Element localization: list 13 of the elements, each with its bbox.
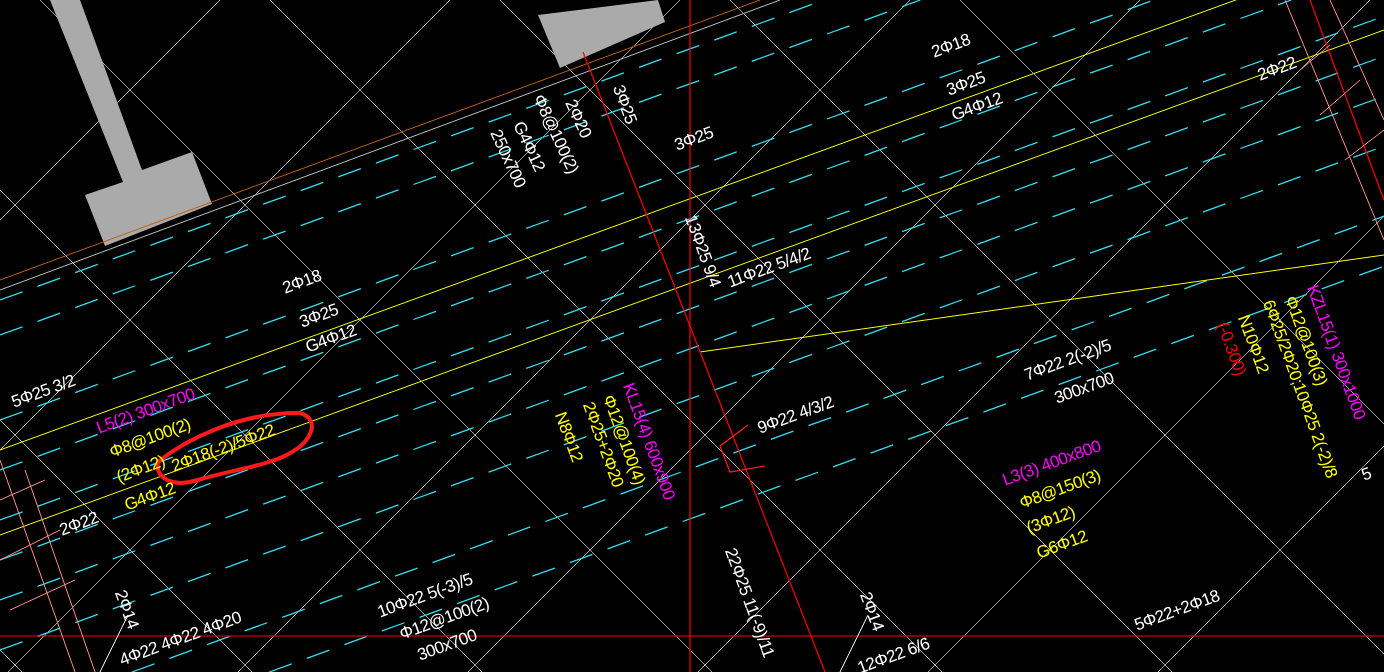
rebar-annotation: 13Φ25 9/4 bbox=[682, 212, 724, 290]
rebar-annotation: 5 bbox=[1359, 464, 1374, 484]
rebar-annotation: 2Φ22 bbox=[57, 508, 101, 539]
rebar-annotation: 2Φ18 bbox=[929, 30, 973, 61]
rebar-annotation: 2Φ14 bbox=[112, 587, 142, 631]
rebar-annotation: 5Φ25 3/2 bbox=[9, 371, 78, 411]
rebar-annotation: 3Φ25 bbox=[672, 123, 716, 154]
rebar-annotation: 2Φ14 bbox=[857, 589, 887, 633]
rebar-annotation: 11Φ22 5/4/2 bbox=[725, 244, 813, 291]
rebar-annotation: 3Φ25 bbox=[610, 82, 640, 126]
rebar-annotation: 9Φ22 4/3/2 bbox=[755, 393, 836, 437]
rebar-annotation: 2Φ22 bbox=[1255, 53, 1299, 84]
rebar-annotation: 2Φ18 bbox=[280, 266, 324, 297]
